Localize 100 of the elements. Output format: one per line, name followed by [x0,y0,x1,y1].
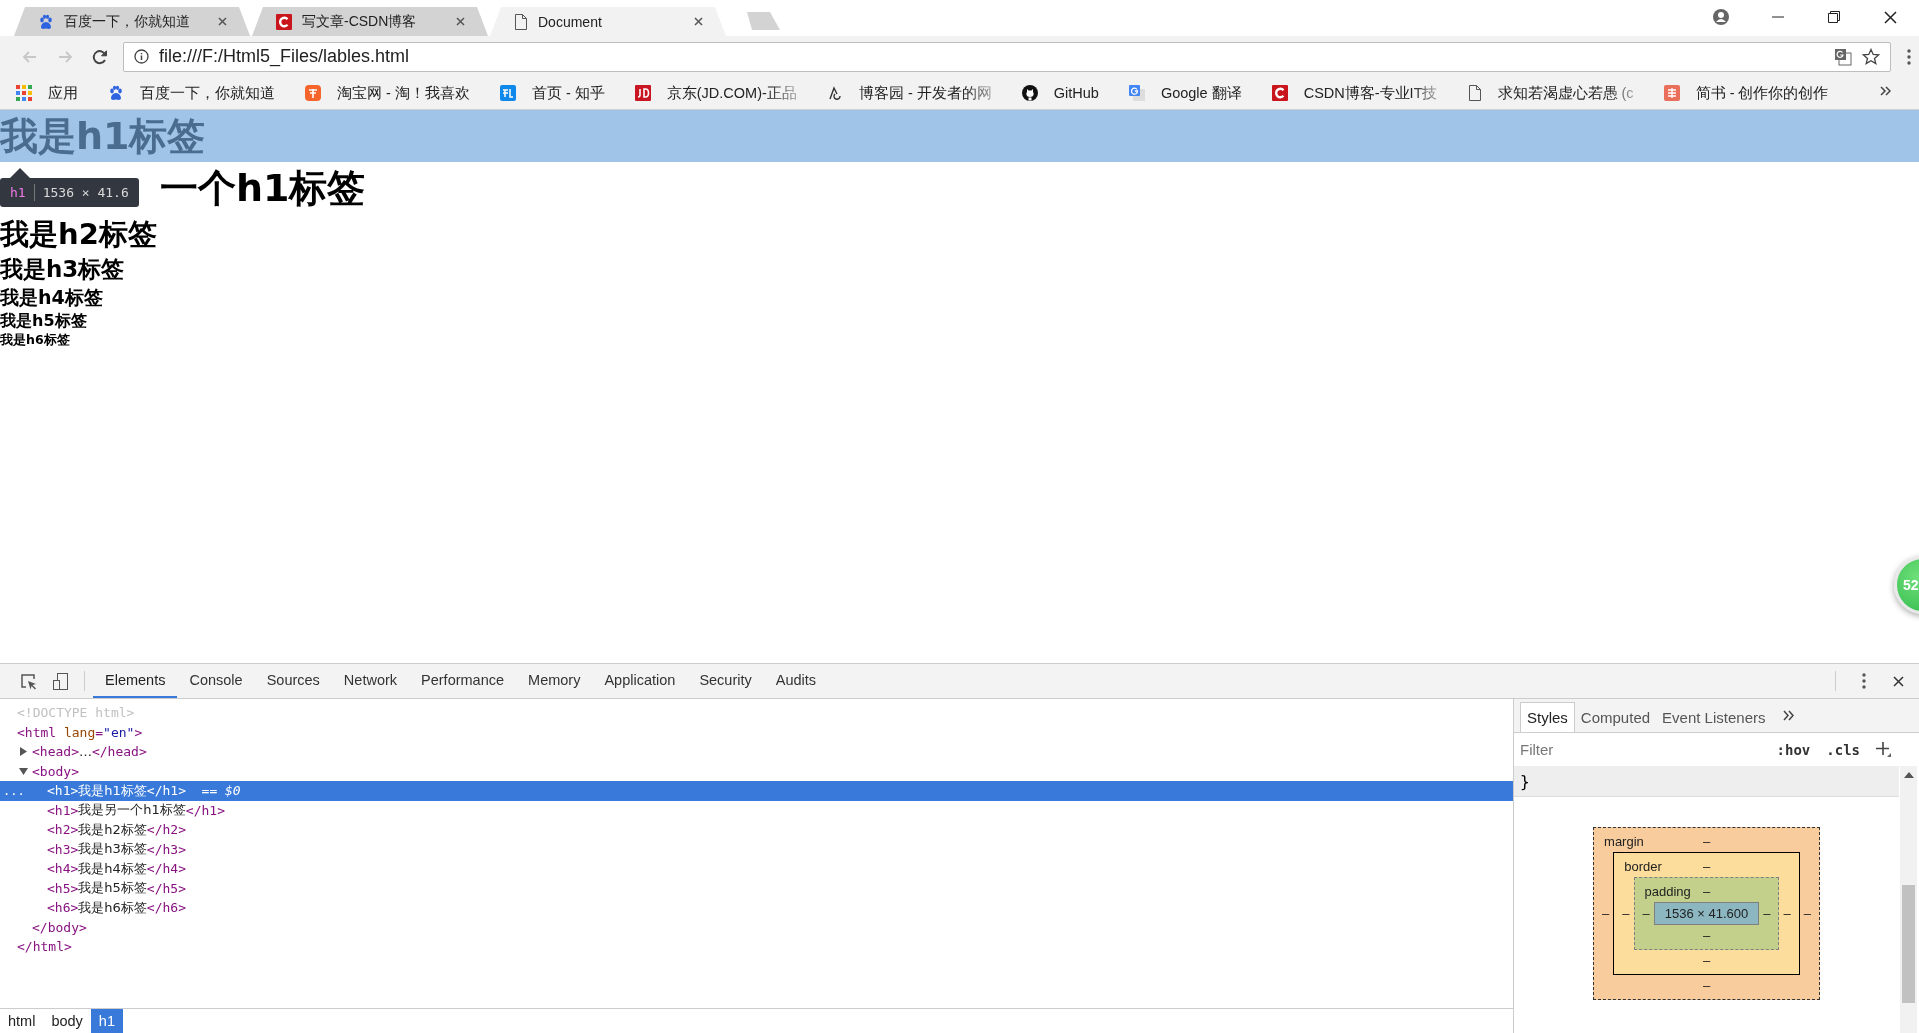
box-label: padding [1644,883,1691,899]
toggle-button[interactable]: :hov [1776,741,1811,758]
device-icon[interactable] [53,672,68,690]
arc-tile-icon [276,13,292,30]
dom-node[interactable]: <h3>我是h3标签</h3> [47,840,186,859]
browser-tab[interactable]: Document [490,7,726,36]
dom-node[interactable]: <h1>我是h1标签</h1> == $0 [47,781,241,800]
user-icon[interactable] [1713,9,1729,25]
box-label: border [1624,858,1662,874]
dom-node[interactable]: <h5>我是h5标签</h5> [47,879,186,898]
box-value: – [1701,927,1712,945]
bookmark[interactable]: GitHub [1019,80,1101,106]
close-icon[interactable] [1883,9,1898,25]
box-value: – [1702,833,1711,849]
devtools-tab[interactable]: Elements [93,664,178,698]
dom-node[interactable]: <h1>我是另一个h1标签</h1> [47,801,225,820]
heading: 我是h6标签 [0,331,70,348]
browser-tab[interactable]: 写文章-CSDN博客 [252,7,488,36]
box-value: – [1702,883,1711,899]
bookmark[interactable]: CSDN博客-专业IT技 [1269,80,1440,106]
box-value: – [1782,906,1792,921]
devtools-tab[interactable]: Network [331,664,410,698]
box-value: – [1762,906,1772,921]
row-menu[interactable]: ... [3,783,25,798]
box-value: – [1621,906,1631,921]
info-icon[interactable] [134,49,149,64]
dom-node[interactable]: <h6>我是h6标签</h6> [47,898,186,917]
devtools-tab[interactable]: Application [592,664,688,698]
panel-tab[interactable]: Event Listeners [1656,703,1772,732]
heading: 我是h3标签 [0,255,125,284]
box-value: – [1601,906,1611,921]
tile-icon [305,85,321,101]
dom-node[interactable]: <html lang="en"> [17,724,143,740]
closing-tag[interactable]: </html> [17,939,72,955]
translate-icon[interactable] [1834,47,1852,66]
star-icon[interactable] [1862,47,1880,66]
closing-tag[interactable]: </body> [32,919,87,935]
restore-icon[interactable] [1827,10,1841,24]
dom-node[interactable]: <h4>我是h4标签</h4> [47,859,186,878]
address-bar[interactable]: file:///F:/Html5_Files/lables.html [123,41,1891,72]
triangle-icon[interactable] [19,747,28,757]
devtools-tab[interactable]: Sources [254,664,332,698]
bookmark[interactable]: 应用 [14,80,80,106]
dom-node[interactable]: <h2>我是h2标签</h2> [47,820,186,839]
panel-tab[interactable]: Computed [1574,703,1657,732]
tag-label: h1 [10,184,35,201]
box-label: margin [1604,833,1644,849]
panel-tab[interactable]: Styles [1520,702,1575,732]
bookmark[interactable]: Google 翻译 [1126,80,1244,106]
browser-tab[interactable]: 百度一下，你就知道 [14,7,250,36]
devtools-tab[interactable]: Audits [763,664,829,698]
heading: 一个h1标签 [160,165,366,212]
bookmark[interactable]: 京东(JD.COM)-正品 [632,80,799,106]
breadcrumb[interactable]: html [0,1009,44,1033]
tile-icon [499,85,516,101]
toggle-button[interactable]: .cls [1826,741,1860,758]
box-value: – [1641,906,1651,921]
scroll-up-icon[interactable] [1903,772,1914,778]
bookmark[interactable]: 简书 - 创作你的创作 [1661,80,1831,106]
bookmark[interactable]: 百度一下，你就知道 [106,80,277,106]
close-icon[interactable] [693,16,704,27]
add-icon[interactable] [1876,742,1891,757]
chevron-icon[interactable] [1879,85,1891,97]
code-line: } [1520,771,1530,791]
paw-icon [38,13,54,30]
inspect-icon[interactable] [20,672,37,690]
paw-icon [108,85,124,101]
content-box: 1536 × 41.600 [1653,902,1760,925]
box-value: – [1802,906,1812,921]
menu-icon[interactable] [1862,673,1866,689]
menu-icon[interactable] [1907,48,1911,65]
heading: 我是h5标签 [0,310,87,331]
dom-node[interactable]: <head>…</head> [32,744,147,760]
breadcrumb[interactable]: body [43,1009,91,1033]
close-icon[interactable] [1892,674,1905,688]
grid-icon [16,85,32,101]
squiggle-icon [826,85,843,101]
reload-icon[interactable] [90,47,109,66]
bookmark[interactable]: 淘宝网 - 淘！我喜欢 [303,80,472,106]
box-value: – [1701,952,1712,970]
document-icon [514,13,528,30]
size-label: 1536 × 41.6 [42,185,129,200]
devtools-tab[interactable]: Console [177,664,255,698]
filter-field[interactable]: Filter [1520,741,1761,758]
dom-node[interactable]: <body> [32,763,79,779]
bookmark[interactable]: 博客园 - 开发者的网 [824,80,994,106]
bookmark[interactable]: 求知若渴虚心若愚 (c [1465,80,1636,106]
cat-icon [1021,85,1038,101]
devtools-tab[interactable]: Memory [516,664,593,698]
tile-icon [634,85,651,101]
chevron-icon[interactable] [1783,710,1795,721]
tile-icon [1663,85,1680,101]
scrollbar[interactable] [1900,766,1917,1033]
triangle-icon[interactable] [19,766,28,776]
heading: 我是h4标签 [0,285,103,310]
arc-tile-icon [1271,85,1288,101]
devtools-tab[interactable]: Performance [409,664,517,698]
bookmark[interactable]: 首页 - 知乎 [497,80,607,106]
breadcrumb[interactable]: h1 [90,1009,123,1033]
devtools-tab[interactable]: Security [687,664,764,698]
